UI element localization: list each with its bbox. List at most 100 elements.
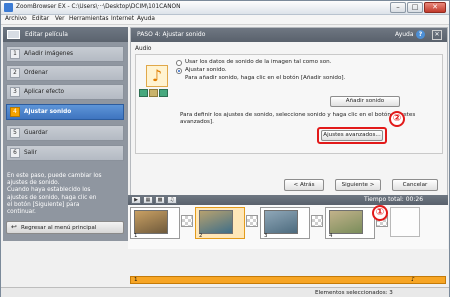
film-edit-icon bbox=[7, 30, 20, 39]
step-exit[interactable]: 6 Salir bbox=[6, 145, 124, 161]
step-order[interactable]: 2 Ordenar bbox=[6, 65, 124, 81]
timeline-strip: 1 2 3 4 ① bbox=[128, 205, 448, 249]
sidebar: Editar película 1 Añadir imágenes 2 Orde… bbox=[3, 27, 128, 241]
step-apply-effect[interactable]: 3 Aplicar efecto bbox=[6, 84, 124, 100]
clip-4[interactable]: 4 bbox=[325, 207, 375, 239]
step-label: Ordenar bbox=[24, 70, 48, 76]
clip-view-icon[interactable]: ▩ bbox=[155, 196, 165, 204]
sidebar-title: Editar película bbox=[25, 31, 68, 38]
transition-1[interactable] bbox=[181, 215, 193, 227]
step-save[interactable]: 5 Guardar bbox=[6, 125, 124, 141]
clip-number: 4 bbox=[329, 233, 333, 239]
help-line: En este paso, puede cambiar los bbox=[7, 173, 102, 179]
music-note-icon: ♪ bbox=[146, 65, 168, 87]
help-line: continuar. bbox=[7, 209, 36, 216]
step-number: 6 bbox=[10, 148, 20, 158]
audio-settings-box: ♪ Usar los datos de sonido de la imagen … bbox=[135, 54, 443, 154]
advanced-hint-line2: avanzados]. bbox=[180, 119, 214, 125]
adjust-sound-radio[interactable] bbox=[176, 68, 182, 74]
help-icon[interactable]: ? bbox=[416, 30, 425, 39]
step-label: Ajustar sonido bbox=[24, 109, 72, 115]
clip-number: 3 bbox=[264, 233, 268, 239]
callout-two: ② bbox=[389, 111, 405, 127]
slide-view-icon[interactable]: ▦ bbox=[143, 196, 153, 204]
back-button[interactable]: < Atrás bbox=[284, 179, 324, 191]
clip-thumbnail bbox=[329, 210, 363, 234]
image-sound-icon bbox=[139, 89, 148, 97]
help-line: el botón [Siguiente] para bbox=[7, 201, 80, 208]
sound-view-icon[interactable]: ♫ bbox=[167, 196, 177, 204]
advanced-settings-button[interactable]: Ajustes avanzados... bbox=[321, 130, 383, 141]
step-adjust-sound[interactable]: 4 Ajustar sonido bbox=[6, 104, 124, 120]
transition-3[interactable] bbox=[311, 215, 323, 227]
panel-close-button[interactable]: ✕ bbox=[432, 30, 442, 40]
callout-one: ① bbox=[372, 205, 388, 221]
clip-thumbnail bbox=[134, 210, 168, 234]
minimize-button[interactable]: – bbox=[390, 2, 406, 13]
menu-editar[interactable]: Editar bbox=[32, 16, 49, 22]
adjust-sound-hint: Para añadir sonido, haga clic en el botó… bbox=[185, 75, 346, 81]
step-title: PASO 4: Ajustar sonido bbox=[137, 31, 206, 38]
step-label: Salir bbox=[24, 150, 37, 156]
step-number: 3 bbox=[10, 87, 20, 97]
next-button[interactable]: Siguiente > bbox=[335, 179, 381, 191]
help-line: Cuando haya establecido los bbox=[7, 187, 91, 194]
audio-track[interactable]: 1 ♪ bbox=[130, 276, 446, 284]
speaker-icon bbox=[149, 89, 158, 97]
total-time: Tiempo total: 00:26 bbox=[364, 196, 424, 203]
menu-internet[interactable]: Internet bbox=[111, 16, 134, 22]
add-sound-button[interactable]: Añadir sonido bbox=[330, 96, 400, 107]
empty-clip-slot[interactable] bbox=[390, 207, 420, 237]
return-main-menu-button[interactable]: ↩ Regresar al menú principal bbox=[6, 221, 124, 234]
play-icon[interactable]: ▶ bbox=[131, 196, 141, 204]
step-number: 1 bbox=[10, 49, 20, 59]
step-label: Añadir imágenes bbox=[24, 51, 74, 57]
timeline: ▶ ▦ ▩ ♫ Tiempo total: 00:26 1 2 3 4 ① bbox=[128, 195, 448, 249]
maximize-button[interactable]: □ bbox=[407, 2, 423, 13]
step-label: Aplicar efecto bbox=[24, 89, 65, 95]
clip-thumbnail bbox=[264, 210, 298, 234]
audio-track-number: 1 bbox=[134, 277, 138, 283]
main-header: PASO 4: Ajustar sonido Ayuda ? ✕ bbox=[131, 28, 447, 42]
window-title: ZoomBrowser EX - C:\Users\···\Desktop\DC… bbox=[16, 4, 181, 10]
help-line: ajustes de sonido. bbox=[7, 180, 60, 187]
status-bar: Elementos seleccionados: 3 bbox=[1, 287, 449, 297]
help-button[interactable]: Ayuda bbox=[395, 31, 414, 38]
menu-ayuda[interactable]: Ayuda bbox=[137, 16, 155, 22]
menu-herramientas[interactable]: Herramientas bbox=[69, 16, 109, 22]
return-arrow-icon: ↩ bbox=[11, 223, 17, 231]
use-image-sound-label: Usar los datos de sonido de la imagen ta… bbox=[185, 59, 332, 65]
audio-track-end-icon: ♪ bbox=[411, 276, 415, 283]
return-main-menu-label: Regresar al menú principal bbox=[21, 225, 97, 231]
close-button[interactable]: ✕ bbox=[424, 2, 446, 13]
advanced-hint-line1: Para definir los ajustes de sonido, sele… bbox=[180, 112, 416, 118]
clip-number: 2 bbox=[199, 233, 203, 239]
step-number: 5 bbox=[10, 128, 20, 138]
clip-2[interactable]: 2 bbox=[195, 207, 245, 239]
clip-3[interactable]: 3 bbox=[260, 207, 310, 239]
adjust-sound-label: Ajustar sonido. bbox=[185, 67, 227, 73]
app-window: ZoomBrowser EX - C:\Users\···\Desktop\DC… bbox=[0, 0, 450, 297]
sidebar-header: Editar película bbox=[3, 27, 128, 42]
step-number: 2 bbox=[10, 68, 20, 78]
transition-2[interactable] bbox=[246, 215, 258, 227]
audio-section-label: Audio bbox=[135, 46, 152, 52]
menu-archivo[interactable]: Archivo bbox=[5, 16, 27, 22]
film-sound-icon bbox=[159, 89, 168, 97]
status-text: Elementos seleccionados: 3 bbox=[315, 290, 393, 296]
title-bar: ZoomBrowser EX - C:\Users\···\Desktop\DC… bbox=[1, 1, 449, 15]
cancel-button[interactable]: Cancelar bbox=[392, 179, 438, 191]
step-label: Guardar bbox=[24, 130, 48, 136]
step-add-images[interactable]: 1 Añadir imágenes bbox=[6, 46, 124, 62]
clip-thumbnail bbox=[199, 210, 233, 234]
step-number: 4 bbox=[10, 107, 20, 117]
sidebar-help-text: En este paso, puede cambiar los ajustes … bbox=[7, 173, 125, 216]
use-image-sound-radio[interactable] bbox=[176, 60, 182, 66]
clip-1[interactable]: 1 bbox=[130, 207, 180, 239]
menu-bar: Archivo Editar Ver Herramientas Internet… bbox=[1, 15, 449, 25]
app-icon bbox=[4, 3, 13, 12]
menu-ver[interactable]: Ver bbox=[55, 16, 64, 22]
timeline-toolbar: ▶ ▦ ▩ ♫ Tiempo total: 00:26 bbox=[128, 195, 448, 205]
clip-number: 1 bbox=[134, 233, 138, 239]
help-line: ajustes de sonido, haga clic en bbox=[7, 194, 97, 201]
